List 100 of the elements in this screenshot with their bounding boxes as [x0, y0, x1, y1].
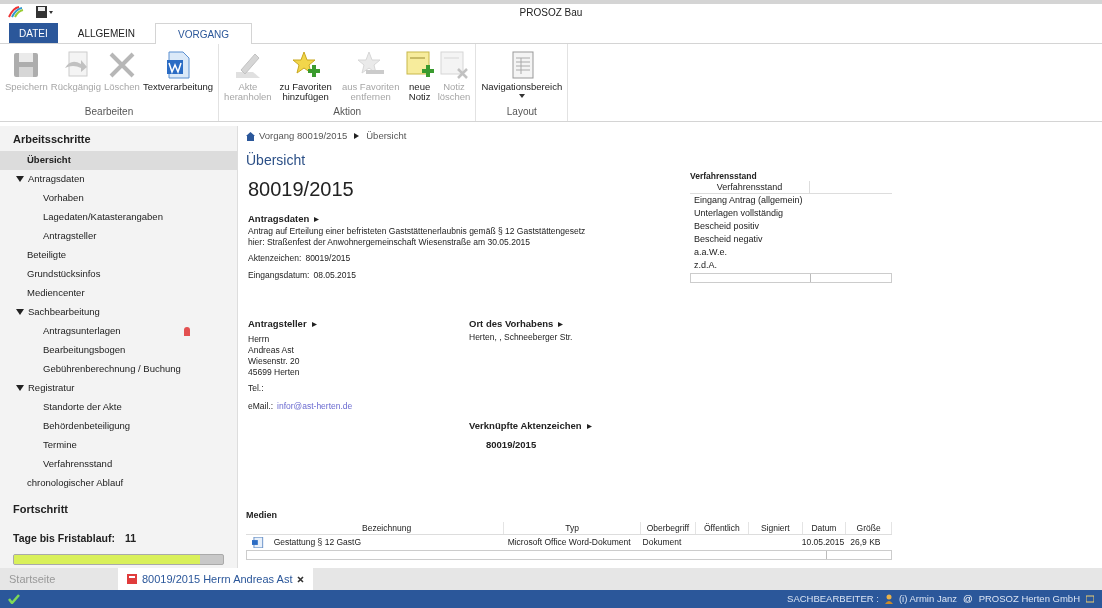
document-icon [252, 536, 264, 548]
breadcrumb-link[interactable]: Vorgang 80019/2015 [259, 128, 348, 144]
sidebar-title: Arbeitsschritte [12, 132, 92, 147]
check-icon [8, 594, 20, 604]
file-icon [127, 574, 137, 584]
field-value: 08.05.2015 [313, 269, 356, 282]
sidebar-item[interactable]: Grundstücksinfos [0, 264, 237, 284]
arrow-icon [310, 320, 318, 328]
column-header[interactable]: Größe [846, 521, 892, 535]
sidebar-item[interactable]: chronologischer Ablauf [0, 473, 237, 493]
field-label: Tel.: [248, 382, 265, 395]
expand-triangle-icon[interactable] [16, 309, 24, 315]
sidebar-item[interactable]: Antragsunterlagen [0, 321, 237, 341]
arrow-icon [313, 215, 321, 223]
location-text: Herten, , Schneeberger Str. [469, 331, 574, 344]
ribbon-button[interactable]: Navigationsbereich [480, 50, 564, 98]
section-heading: Verknüpfte Aktenzeichen [469, 419, 582, 433]
status-row[interactable]: Bescheid negativ [690, 233, 892, 246]
field-label: Aktenzeichen: [248, 252, 302, 265]
at-sign: @ [963, 591, 973, 606]
field-label: eMail.: [248, 400, 274, 413]
horizontal-scrollbar[interactable] [246, 550, 892, 560]
status-row[interactable]: Unterlagen vollständig [690, 207, 892, 220]
ribbon-tab[interactable]: DATEI [9, 23, 58, 43]
window-icon [1086, 595, 1094, 603]
section-heading: Ort des Vorhabens [469, 317, 554, 331]
table-cell-text: 26,9 KB [849, 535, 882, 549]
address-line: Andreas Ast [248, 345, 295, 357]
status-row[interactable]: Eingang Antrag (allgemein) [690, 194, 892, 207]
window-title: PROSOZ Bau [519, 5, 583, 20]
column-header[interactable]: Oberbegriff [641, 521, 696, 535]
sidebar-item[interactable]: Verfahrensstand [0, 454, 237, 474]
address-line: Herrn [248, 334, 271, 346]
sidebar-item[interactable]: Lagedaten/Katasterangaben [0, 207, 237, 227]
table-cell-text: Dokument [641, 535, 683, 549]
arrow-icon [585, 422, 593, 430]
field-label: Eingangsdatum: [248, 269, 310, 282]
group-label: Layout [505, 105, 538, 119]
expand-triangle-icon[interactable] [16, 385, 24, 391]
section-heading: Antragsteller [248, 317, 307, 331]
address-line: Wiesenstr. 20 [248, 356, 301, 368]
sidebar-item[interactable]: Registratur [0, 378, 237, 398]
person-icon [884, 594, 893, 604]
sidebar-item[interactable]: Bearbeitungsbogen [0, 340, 237, 360]
column-header[interactable]: Signiert [749, 521, 803, 535]
address-line: 45699 Herten [248, 367, 301, 379]
ribbon-tab[interactable]: VORGANG [154, 23, 253, 44]
role-label: SACHBEARBEITER : [787, 591, 879, 606]
sidebar-item[interactable]: Übersicht [0, 150, 237, 170]
status-row[interactable]: a.a.W.e. [690, 246, 892, 259]
group-label: Aktion [332, 105, 363, 119]
home-icon [246, 131, 255, 141]
email-link[interactable]: infor@ast-herten.de [277, 400, 353, 413]
sidebar-item[interactable]: Behördenbeteiligung [0, 416, 237, 436]
table-cell-text: Microsoft Office Word-Dokument [506, 535, 632, 549]
expand-triangle-icon[interactable] [16, 176, 24, 182]
deadline-label: Tage bis Fristablauf: [13, 531, 115, 547]
table-cell-text: Gestattung § 12 GastG [272, 535, 363, 549]
table-cell-text: 10.05.2015 [801, 535, 846, 549]
sidebar-item[interactable]: Vorhaben [0, 188, 237, 208]
close-icon[interactable] [297, 575, 305, 583]
user-name: (i) Armin Janz [898, 591, 957, 606]
ribbon-button[interactable]: zu Favoriten hinzufügen [273, 50, 338, 102]
section-title: Fortschritt [12, 501, 69, 517]
group-label: Bearbeiten [83, 105, 135, 119]
section-heading: Medien [246, 508, 278, 522]
column-header[interactable]: Datum [802, 521, 847, 535]
description-text: Antrag auf Erteilung einer befristeten Gaststättenerlaubnis gemäß § 12 Gaststättengesetz [248, 226, 587, 238]
sidebar-item[interactable]: Antragsteller [0, 226, 237, 246]
ribbon-button[interactable]: Textverarbeitung [141, 50, 215, 92]
sidebar-item[interactable]: Antragsdaten [0, 169, 237, 189]
sidebar-item[interactable]: Gebührenberechnung / Buchung [0, 359, 237, 379]
column-header[interactable]: Bezeichnung [270, 521, 505, 535]
description-text: hier: Straßenfest der Anwohnergemeinschaft Wiesenstraße am 30.05.2015 [248, 237, 532, 249]
breadcrumb-link[interactable]: Übersicht [366, 128, 407, 144]
linked-case-number[interactable]: 80019/2015 [469, 438, 593, 453]
column-header[interactable]: Öffentlich [695, 521, 750, 535]
section-heading: Antragsdaten [248, 212, 310, 226]
column-header: Verfahrensstand [690, 181, 810, 193]
panel-title: Verfahrensstand [690, 172, 758, 181]
sidebar-item[interactable]: Mediencenter [0, 283, 237, 303]
ribbon-button[interactable]: neue Notiz [403, 50, 436, 102]
status-row[interactable]: z.d.A. [690, 259, 892, 272]
arrow-icon [557, 320, 565, 328]
field-value: 80019/2015 [305, 252, 351, 265]
deadline-value: 11 [124, 531, 136, 547]
sidebar-item[interactable]: Sachbearbeitung [0, 302, 237, 322]
case-number: 80019/2015 [248, 177, 355, 202]
document-tab[interactable]: 80019/2015 Herrn Andreas Ast [118, 568, 314, 590]
status-row[interactable]: Bescheid positiv [690, 220, 892, 233]
sidebar-item[interactable]: Standorte der Akte [0, 397, 237, 417]
sidebar-item[interactable]: Termine [0, 435, 237, 455]
save-icon[interactable] [36, 6, 54, 18]
company-name: PROSOZ Herten GmbH [978, 591, 1080, 606]
horizontal-scrollbar[interactable] [690, 273, 892, 283]
separator-arrow-icon [354, 133, 360, 139]
note-x-icon [439, 50, 469, 80]
sidebar-item[interactable]: Beteiligte [0, 245, 237, 265]
column-header[interactable]: Typ [504, 521, 642, 535]
ribbon-tab[interactable]: ALLGEMEIN [57, 23, 155, 43]
